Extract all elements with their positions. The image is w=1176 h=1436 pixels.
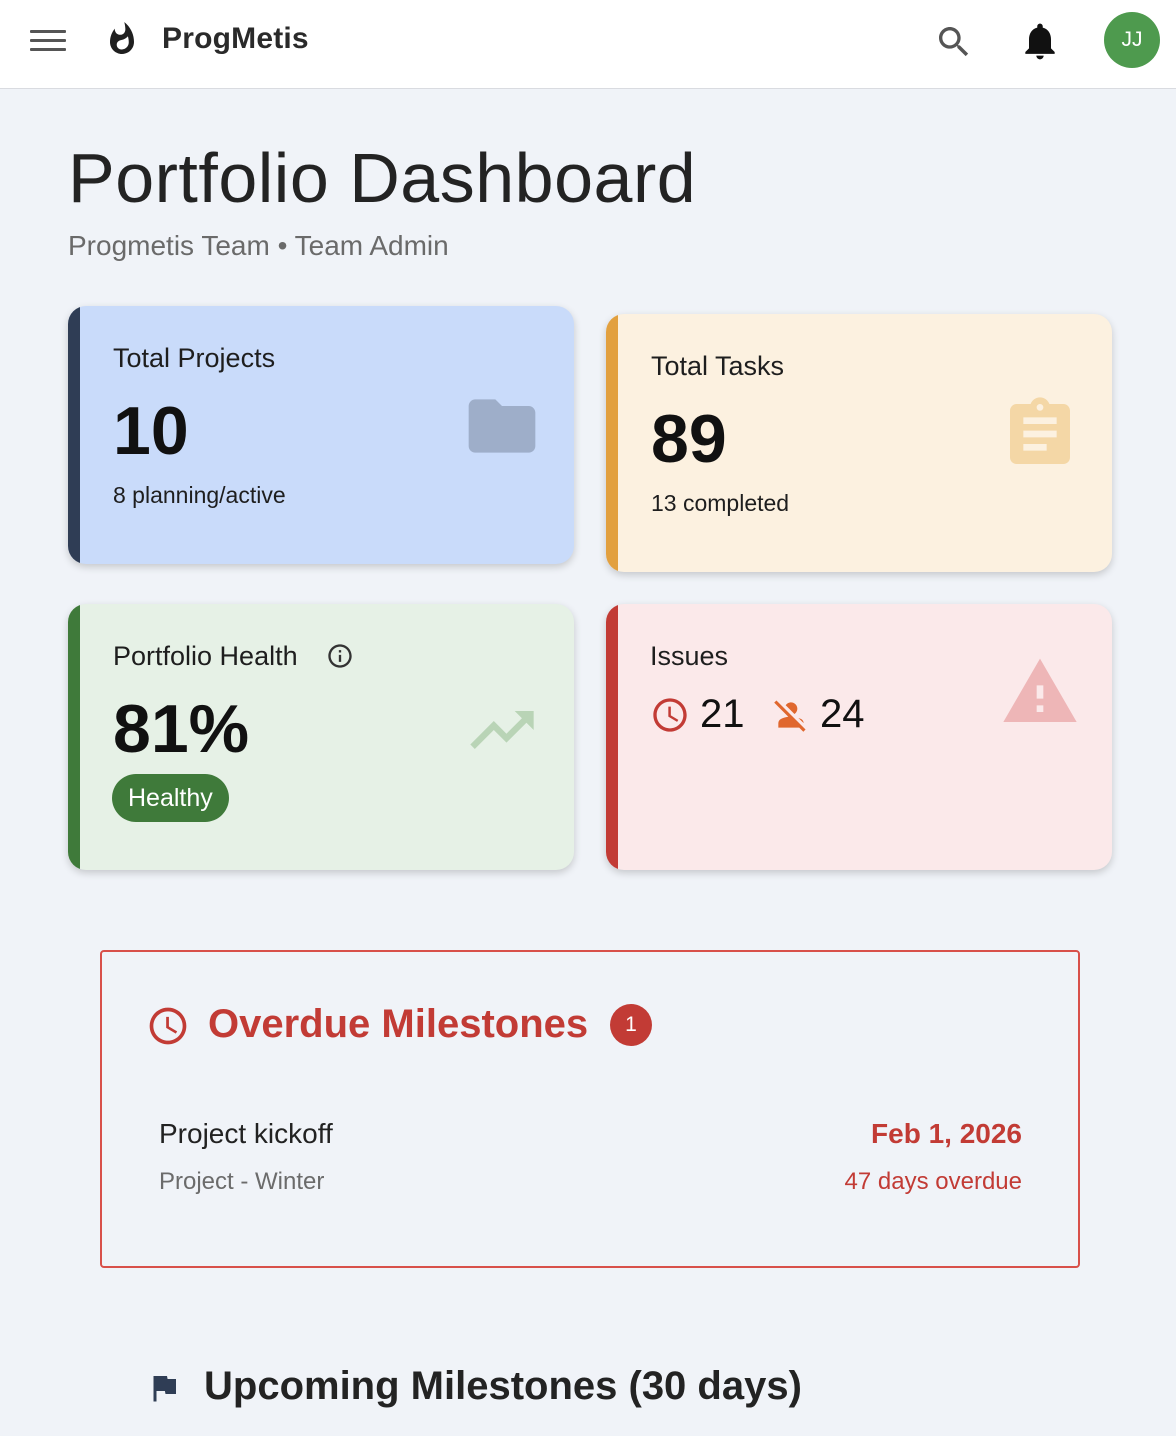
- portfolio-health-card[interactable]: Portfolio Health 81% Healthy: [68, 604, 574, 870]
- flag-icon: [153, 1376, 176, 1402]
- info-icon[interactable]: [326, 642, 354, 670]
- card-label: Total Tasks: [651, 351, 785, 381]
- trending-up-icon: [470, 711, 534, 749]
- issues-card[interactable]: Issues 21 24: [606, 604, 1112, 870]
- card-subtext: 8 planning/active: [113, 482, 286, 508]
- overdue-issues[interactable]: 21: [650, 692, 745, 737]
- folder-icon: [468, 399, 536, 453]
- avatar[interactable]: JJ: [1104, 12, 1160, 68]
- overdue-count-badge: 1: [610, 1004, 652, 1046]
- brand-name[interactable]: ProgMetis: [162, 22, 309, 56]
- card-subtext: 13 completed: [651, 490, 790, 516]
- card-accent-stripe: [606, 314, 618, 572]
- total-projects-card[interactable]: Total Projects 10 8 planning/active: [68, 306, 574, 564]
- card-label: Issues: [650, 641, 729, 671]
- clock-icon: [653, 697, 687, 732]
- status-badge: Healthy: [112, 774, 229, 822]
- overdue-milestones-panel: Overdue Milestones 1 Project kickoff Pro…: [100, 950, 1080, 1268]
- total-tasks-card[interactable]: Total Tasks 89 13 completed: [606, 314, 1112, 572]
- unassigned-issues-count: 24: [820, 692, 865, 736]
- app-bar: ProgMetis JJ: [0, 0, 1176, 89]
- warning-icon: [1003, 658, 1077, 722]
- milestone-overdue-status: 47 days overdue: [844, 1168, 1022, 1195]
- card-value: 89: [651, 401, 727, 477]
- card-label: Portfolio Health: [113, 641, 298, 671]
- milestone-name[interactable]: Project kickoff: [159, 1118, 333, 1150]
- upcoming-milestones-title: Upcoming Milestones (30 days): [204, 1364, 802, 1408]
- menu-icon[interactable]: [28, 28, 68, 58]
- page-title: Portfolio Dashboard: [68, 139, 697, 217]
- search-icon[interactable]: [934, 22, 974, 62]
- unassigned-issues[interactable]: 24: [772, 692, 865, 737]
- milestone-project: Project - Winter: [159, 1168, 325, 1195]
- flame-icon: [110, 22, 134, 54]
- bell-icon[interactable]: [1018, 18, 1062, 64]
- card-label: Total Projects: [113, 343, 276, 373]
- clock-icon: [149, 1007, 187, 1045]
- card-accent-stripe: [68, 306, 80, 564]
- overdue-milestones-title: Overdue Milestones: [208, 1002, 589, 1046]
- overdue-issues-count: 21: [700, 692, 745, 736]
- card-accent-stripe: [606, 604, 618, 870]
- card-value: 10: [113, 393, 189, 469]
- milestone-date: Feb 1, 2026: [871, 1118, 1022, 1149]
- page-subtitle: Progmetis Team • Team Admin: [68, 230, 449, 261]
- person-off-icon: [774, 699, 806, 732]
- card-accent-stripe: [68, 604, 80, 870]
- clipboard-icon: [1010, 397, 1070, 464]
- card-value: 81%: [113, 691, 250, 767]
